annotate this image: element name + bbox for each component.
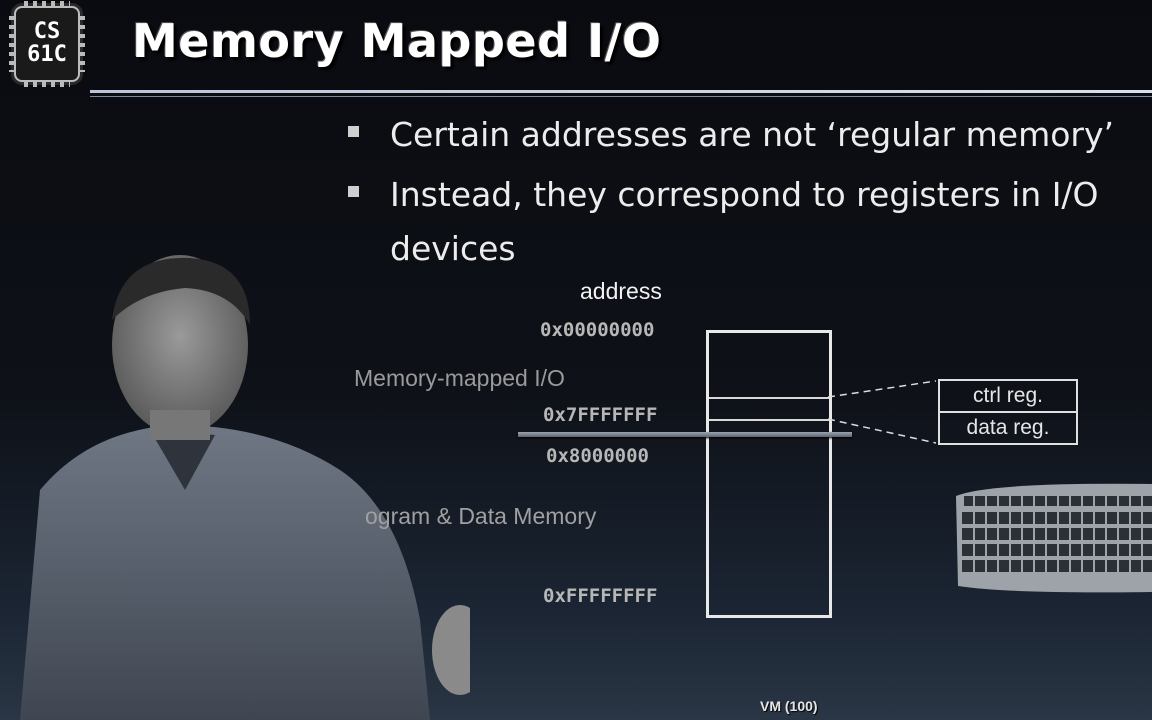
region-label-mmio: Memory-mapped I/O <box>354 365 565 391</box>
address-label: 0x8000000 <box>546 445 649 467</box>
bullet-text: Certain addresses are not ‘regular memor… <box>390 115 1114 154</box>
address-label: 0x7FFFFFFF <box>543 404 658 426</box>
slide-title: Memory Mapped I/O <box>132 14 662 68</box>
title-underline-thin <box>90 96 1152 97</box>
memory-divider <box>709 419 829 421</box>
logo-line-1: CS <box>33 19 61 44</box>
address-boundary-bar <box>518 432 852 437</box>
logo-line-2: 61C <box>27 42 67 67</box>
title-underline <box>90 90 1152 93</box>
data-register-box: data reg. <box>938 411 1078 445</box>
region-label-program-data: ogram & Data Memory <box>365 503 597 529</box>
address-heading: address <box>580 278 662 304</box>
cs61c-logo: CS 61C <box>9 1 85 87</box>
ctrl-register-box: ctrl reg. <box>938 379 1078 413</box>
footer-label: VM (100) <box>760 698 818 714</box>
memory-divider <box>709 397 829 399</box>
bullet-square-icon <box>348 126 359 137</box>
presenter-image <box>20 255 470 720</box>
address-label: 0xFFFFFFFF <box>543 585 658 607</box>
address-label: 0x00000000 <box>540 319 655 341</box>
bullet-item: Certain addresses are not ‘regular memor… <box>346 108 1146 162</box>
keyboard-image <box>956 483 1152 593</box>
bullet-square-icon <box>348 186 359 197</box>
memory-map-box <box>706 330 832 618</box>
bullet-text: Instead, they correspond to registers in… <box>390 175 1099 268</box>
